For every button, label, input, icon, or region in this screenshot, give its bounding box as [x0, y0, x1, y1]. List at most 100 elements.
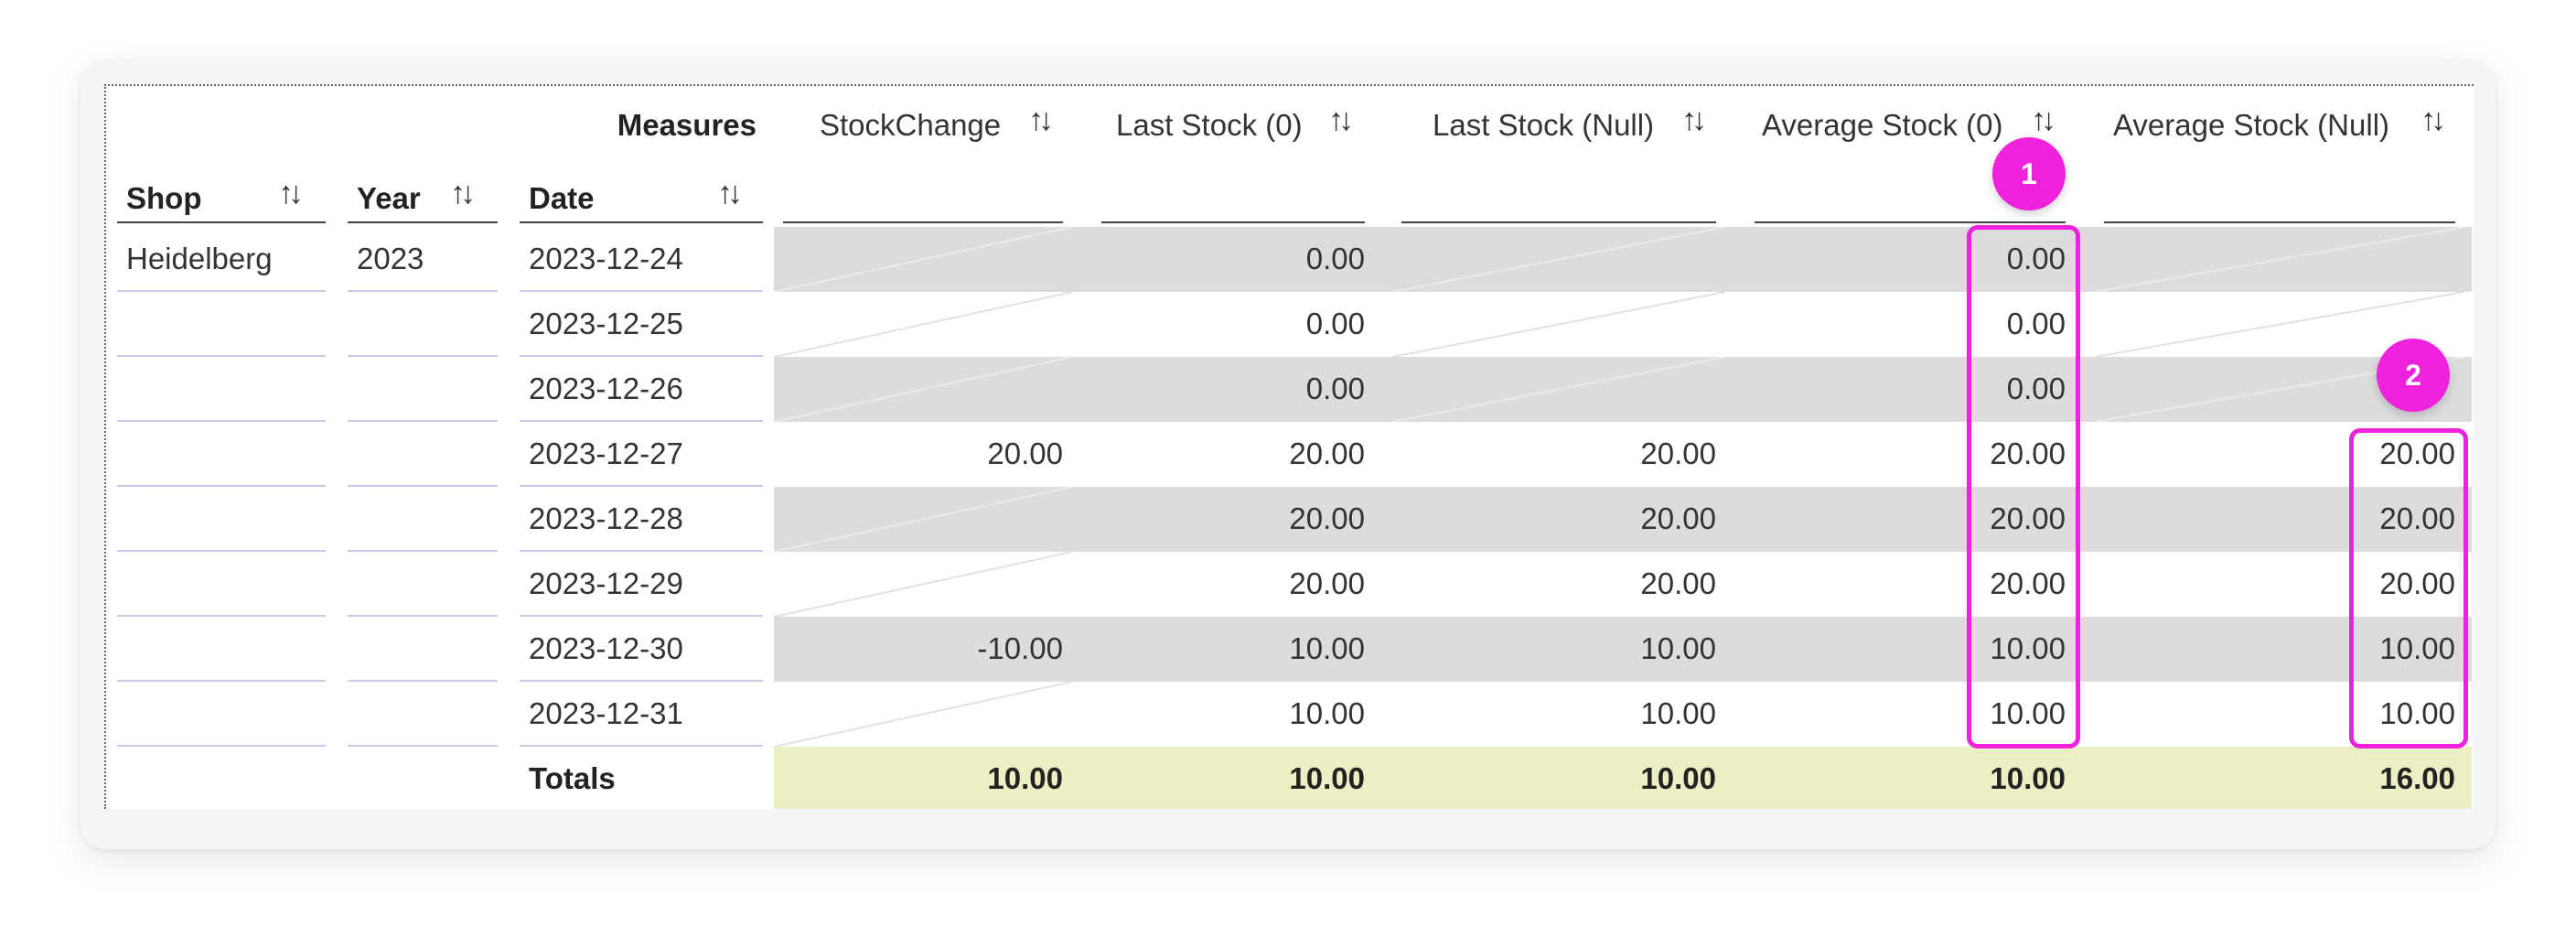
row-divider	[520, 615, 763, 617]
row-divider	[117, 420, 326, 422]
empty-cell-hatch-line	[1392, 292, 1725, 357]
value-cell: 0.00	[1305, 372, 1365, 405]
row-divider	[520, 290, 763, 292]
date-cell: 2023-12-27	[529, 436, 683, 470]
value-cell: 10.00	[1289, 696, 1365, 730]
sort-icon[interactable]: ↑↓	[278, 176, 304, 211]
totals-value-cell: 10.00	[1289, 761, 1365, 795]
row-divider	[520, 485, 763, 487]
empty-cell-hatch	[1392, 227, 1725, 292]
empty-cell-hatch-line	[774, 227, 1072, 292]
value-cell: 20.00	[1289, 501, 1365, 535]
value-cell: 20.00	[1640, 436, 1716, 470]
row-divider	[348, 420, 498, 422]
totals-label: Totals	[529, 761, 616, 795]
empty-cell-hatch	[774, 292, 1072, 357]
row-divider	[520, 420, 763, 422]
value-cell: 10.00	[1640, 696, 1716, 730]
empty-cell-hatch-line	[774, 357, 1072, 422]
row-divider	[117, 680, 326, 682]
date-cell: 2023-12-30	[529, 631, 683, 665]
row-divider	[520, 355, 763, 357]
value-cell: -10.00	[977, 631, 1063, 665]
sort-icon[interactable]: ↑↓	[1028, 102, 1054, 138]
sort-icon[interactable]: ↑↓	[450, 176, 476, 211]
column-header-stockchange[interactable]: StockChange	[820, 108, 1001, 143]
empty-cell-hatch-line	[774, 487, 1072, 552]
row-header-underline	[117, 221, 326, 223]
date-cell: 2023-12-25	[529, 307, 683, 340]
measures-label: Measures	[617, 108, 757, 142]
value-cell: 20.00	[987, 436, 1063, 470]
totals-value-cell: 10.00	[987, 761, 1063, 795]
sort-icon[interactable]: ↑↓	[1681, 102, 1707, 138]
row-header-underline	[348, 221, 498, 223]
sort-icon[interactable]: ↑↓	[2420, 102, 2446, 138]
row-header-underline	[520, 221, 763, 223]
row-header-date[interactable]: Date	[529, 181, 595, 216]
year-cell: 2023	[357, 242, 424, 275]
value-cell: 0.00	[1305, 242, 1365, 275]
row-divider	[520, 745, 763, 747]
highlight-box-average-stock-null	[2349, 428, 2468, 749]
sort-icon[interactable]: ↑↓	[717, 176, 743, 211]
shop-cell: Heidelberg	[126, 242, 273, 275]
row-divider	[520, 680, 763, 682]
value-cell: 10.00	[1289, 631, 1365, 665]
row-header-year[interactable]: Year	[357, 181, 421, 216]
column-header-underline	[1101, 221, 1365, 223]
value-cell: 10.00	[1640, 631, 1716, 665]
column-header-average-stock-null[interactable]: Average Stock (Null)	[2113, 108, 2389, 143]
totals-value-cell: 10.00	[1990, 761, 2066, 795]
highlight-box-average-stock-0	[1967, 225, 2080, 749]
empty-cell-hatch	[1392, 357, 1725, 422]
row-divider	[117, 615, 326, 617]
sort-icon[interactable]: ↑↓	[2031, 102, 2056, 138]
empty-cell-hatch-line	[1392, 227, 1725, 292]
date-cell: 2023-12-24	[529, 242, 683, 275]
empty-cell-hatch	[2095, 227, 2464, 292]
empty-cell-hatch	[1392, 292, 1725, 357]
column-header-last-stock-null[interactable]: Last Stock (Null)	[1433, 108, 1654, 143]
annotation-badge-1: 1	[1992, 137, 2066, 210]
column-header-underline	[1755, 221, 2066, 223]
empty-cell-hatch	[774, 357, 1072, 422]
annotation-badge-2: 2	[2377, 339, 2450, 412]
value-cell: 20.00	[1640, 501, 1716, 535]
row-header-shop[interactable]: Shop	[126, 181, 201, 216]
row-divider	[520, 550, 763, 552]
row-divider	[348, 290, 498, 292]
column-header-underline	[2104, 221, 2455, 223]
row-divider	[348, 615, 498, 617]
row-divider	[117, 745, 326, 747]
date-cell: 2023-12-26	[529, 372, 683, 405]
date-cell: 2023-12-29	[529, 566, 683, 600]
sort-icon[interactable]: ↑↓	[1328, 102, 1354, 138]
column-header-last-stock-0[interactable]: Last Stock (0)	[1116, 108, 1303, 143]
row-divider	[117, 355, 326, 357]
value-cell: 0.00	[1305, 307, 1365, 340]
row-divider	[348, 680, 498, 682]
row-divider	[117, 550, 326, 552]
row-divider	[117, 485, 326, 487]
totals-value-cell: 10.00	[1640, 761, 1716, 795]
row-divider	[117, 290, 326, 292]
column-header-average-stock-0[interactable]: Average Stock (0)	[1762, 108, 2003, 143]
empty-cell-hatch-line	[774, 292, 1072, 357]
empty-cell-hatch	[774, 682, 1072, 747]
value-cell: 20.00	[1640, 566, 1716, 600]
totals-value-cell: 16.00	[2379, 761, 2455, 795]
row-divider	[348, 745, 498, 747]
value-cell: 20.00	[1289, 436, 1365, 470]
empty-cell-hatch-line	[1392, 357, 1725, 422]
date-cell: 2023-12-31	[529, 696, 683, 730]
row-divider	[348, 355, 498, 357]
value-cell: 20.00	[1289, 566, 1365, 600]
row-divider	[348, 485, 498, 487]
empty-cell-hatch	[774, 227, 1072, 292]
empty-cell-hatch	[774, 487, 1072, 552]
pivot-table: Measures StockChange ↑↓ Last Stock (0) ↑↓ Las…	[104, 84, 2474, 809]
column-header-underline	[1401, 221, 1716, 223]
empty-cell-hatch-line	[2095, 227, 2464, 292]
empty-cell-hatch-line	[774, 552, 1072, 617]
